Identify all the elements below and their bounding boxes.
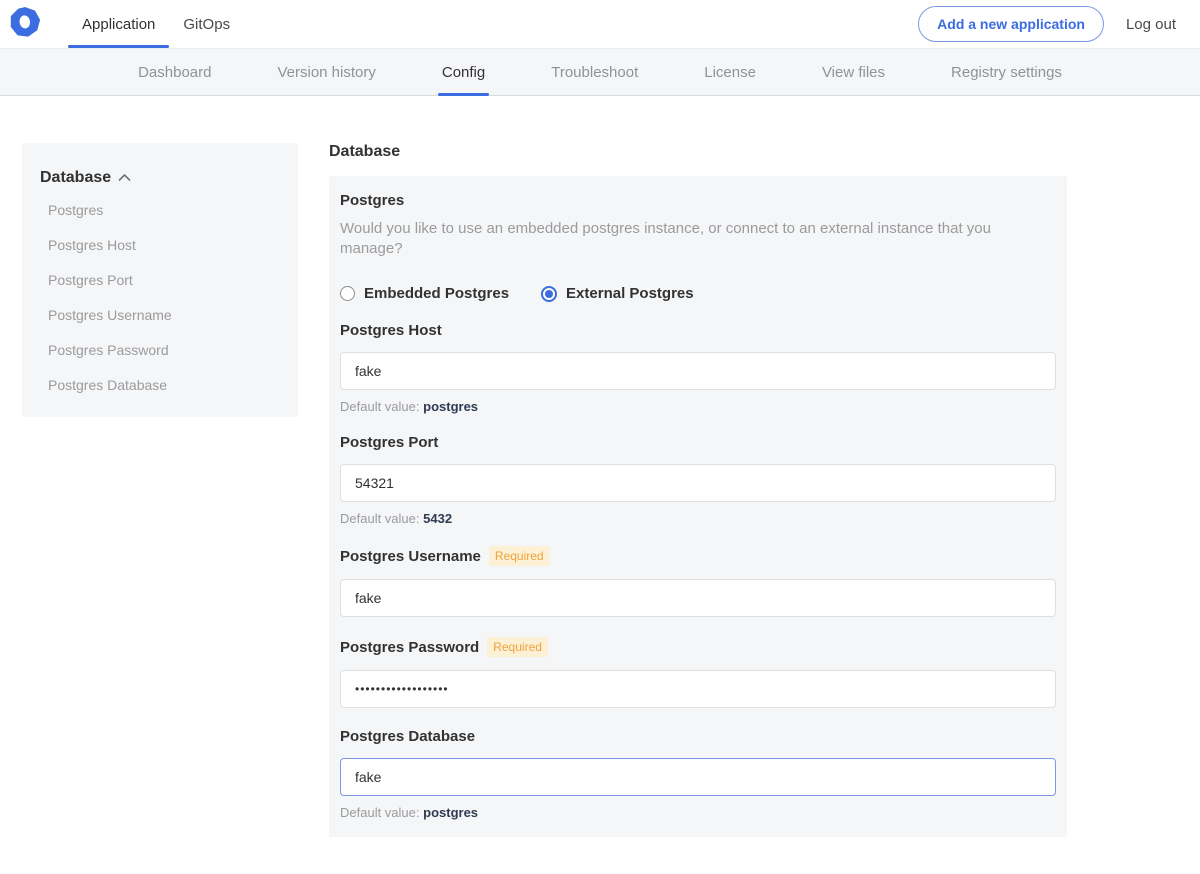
replicated-logo-icon: [10, 7, 40, 42]
radio-external-postgres[interactable]: External Postgres: [541, 285, 694, 302]
config-page-content: Database Postgres Postgres Host Postgres…: [0, 96, 1200, 874]
postgres-database-label: Postgres Database: [340, 728, 1056, 745]
postgres-label-text: Postgres: [340, 192, 404, 209]
postgres-password-label-text: Postgres Password: [340, 639, 479, 656]
sidebar-item-postgres[interactable]: Postgres: [40, 193, 280, 228]
radio-embedded-postgres[interactable]: Embedded Postgres: [340, 285, 509, 302]
radio-embedded-postgres-label: Embedded Postgres: [364, 285, 509, 302]
tab-gitops[interactable]: GitOps: [169, 0, 244, 48]
postgres-database-input[interactable]: [340, 758, 1056, 796]
postgres-help-text: Would you like to use an embedded postgr…: [340, 219, 1056, 259]
tab-dashboard-label: Dashboard: [138, 64, 211, 81]
postgres-host-input[interactable]: [340, 352, 1056, 390]
postgres-username-label: Postgres Username Required: [340, 546, 1056, 566]
default-value: 5432: [423, 511, 452, 526]
tab-config[interactable]: Config: [438, 49, 489, 95]
tab-view-files-label: View files: [822, 64, 885, 81]
postgres-database-default: Default value: postgres: [340, 805, 1056, 820]
logout-link[interactable]: Log out: [1126, 16, 1176, 33]
tab-troubleshoot[interactable]: Troubleshoot: [547, 49, 642, 95]
sidebar-group-database-label: Database: [40, 169, 111, 187]
sidebar-item-postgres-database[interactable]: Postgres Database: [40, 368, 280, 403]
config-sidebar: Database Postgres Postgres Host Postgres…: [22, 143, 298, 417]
database-config-panel: Postgres Would you like to use an embedd…: [329, 176, 1067, 837]
field-postgres-password: Postgres Password Required: [340, 637, 1056, 708]
postgres-radio-group: Embedded Postgres External Postgres: [340, 285, 1056, 302]
app-subnav: Dashboard Version history Config Trouble…: [0, 48, 1200, 96]
tab-troubleshoot-label: Troubleshoot: [551, 64, 638, 81]
postgres-username-label-text: Postgres Username: [340, 548, 481, 565]
tab-view-files[interactable]: View files: [818, 49, 889, 95]
postgres-port-label: Postgres Port: [340, 434, 1056, 451]
postgres-label: Postgres: [340, 192, 1056, 209]
radio-unselected-icon: [340, 286, 355, 301]
default-label: Default value:: [340, 399, 420, 414]
tab-version-history[interactable]: Version history: [273, 49, 379, 95]
sidebar-item-postgres-username[interactable]: Postgres Username: [40, 298, 280, 333]
default-value: postgres: [423, 805, 478, 820]
tab-version-history-label: Version history: [277, 64, 375, 81]
tab-registry-settings-label: Registry settings: [951, 64, 1062, 81]
tab-application-label: Application: [82, 16, 155, 33]
postgres-password-input[interactable]: [340, 670, 1056, 708]
tab-registry-settings[interactable]: Registry settings: [947, 49, 1066, 95]
postgres-port-input[interactable]: [340, 464, 1056, 502]
tab-config-label: Config: [442, 64, 485, 81]
app-logo[interactable]: [8, 0, 50, 48]
topbar-tabs: Application GitOps: [68, 0, 244, 48]
field-postgres: Postgres Would you like to use an embedd…: [340, 192, 1056, 302]
radio-external-postgres-label: External Postgres: [566, 285, 694, 302]
postgres-host-default: Default value: postgres: [340, 399, 1056, 414]
postgres-port-default: Default value: 5432: [340, 511, 1056, 526]
field-postgres-database: Postgres Database Default value: postgre…: [340, 728, 1056, 820]
postgres-port-label-text: Postgres Port: [340, 434, 438, 451]
chevron-up-icon: [118, 169, 131, 187]
postgres-password-label: Postgres Password Required: [340, 637, 1056, 657]
required-badge: Required: [487, 637, 548, 657]
field-postgres-host: Postgres Host Default value: postgres: [340, 322, 1056, 414]
postgres-username-input[interactable]: [340, 579, 1056, 617]
tab-license-label: License: [704, 64, 756, 81]
default-label: Default value:: [340, 805, 420, 820]
default-value: postgres: [423, 399, 478, 414]
postgres-host-label-text: Postgres Host: [340, 322, 442, 339]
sidebar-item-postgres-host[interactable]: Postgres Host: [40, 228, 280, 263]
sidebar-group-database[interactable]: Database: [40, 167, 280, 193]
postgres-host-label: Postgres Host: [340, 322, 1056, 339]
add-new-application-button[interactable]: Add a new application: [918, 6, 1104, 42]
field-postgres-username: Postgres Username Required: [340, 546, 1056, 617]
sidebar-item-postgres-password[interactable]: Postgres Password: [40, 333, 280, 368]
field-postgres-port: Postgres Port Default value: 5432: [340, 434, 1056, 526]
sidebar-item-postgres-port[interactable]: Postgres Port: [40, 263, 280, 298]
required-badge: Required: [489, 546, 550, 566]
config-main: Database Postgres Would you like to use …: [329, 143, 1067, 874]
tab-gitops-label: GitOps: [183, 16, 230, 33]
postgres-database-label-text: Postgres Database: [340, 728, 475, 745]
tab-dashboard[interactable]: Dashboard: [134, 49, 215, 95]
section-title: Database: [329, 143, 1067, 161]
tab-application[interactable]: Application: [68, 0, 169, 48]
topbar-right: Add a new application Log out: [918, 0, 1176, 48]
radio-selected-icon: [541, 286, 557, 302]
top-navbar: Application GitOps Add a new application…: [0, 0, 1200, 48]
tab-license[interactable]: License: [700, 49, 760, 95]
default-label: Default value:: [340, 511, 420, 526]
